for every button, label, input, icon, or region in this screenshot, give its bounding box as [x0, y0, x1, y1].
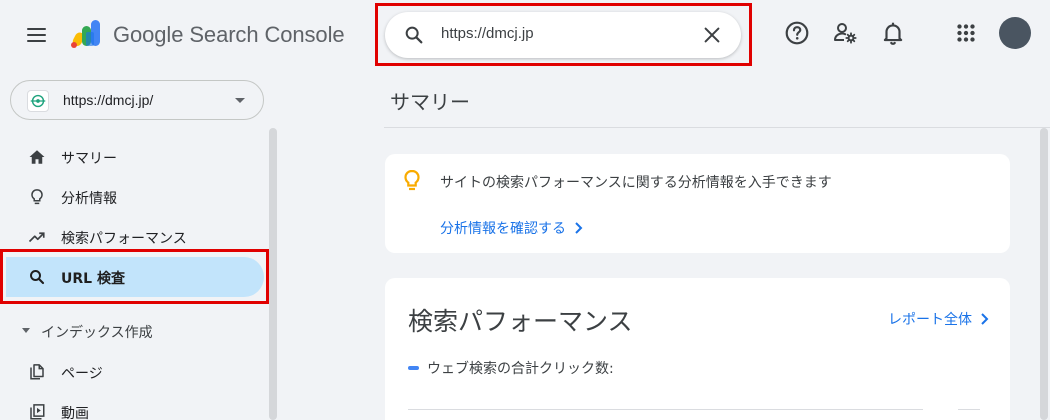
- property-url: https://dmcj.jp/: [63, 92, 154, 108]
- sidebar-item-label: 検索パフォーマンス: [61, 231, 187, 247]
- full-report-link[interactable]: レポート全体: [888, 309, 990, 329]
- search-icon: [30, 270, 45, 285]
- main-scrollbar[interactable]: [1040, 128, 1048, 420]
- chevron-right-icon: [575, 222, 583, 234]
- pages-icon: [30, 364, 44, 380]
- view-insights-link[interactable]: 分析情報を確認する: [440, 218, 584, 238]
- search-input[interactable]: https://dmcj.jp: [441, 25, 534, 42]
- search-console-logo-icon: [71, 20, 100, 48]
- video-icon: [30, 404, 45, 420]
- sidebar-item-video[interactable]: 動画: [0, 392, 264, 420]
- top-app-bar: Google Search Console https://dmcj.jp: [0, 0, 1050, 70]
- search-console-window: Google Search Console https://dmcj.jp ht…: [0, 0, 1050, 420]
- legend-label: ウェブ検索の合計クリック数:: [427, 361, 614, 377]
- sidebar-item-label: URL 検査: [61, 271, 125, 287]
- insights-description: サイトの検索パフォーマンスに関する分析情報を入手できます: [440, 175, 832, 191]
- sidebar-section-label: インデックス作成: [41, 325, 153, 341]
- url-inspect-search-box[interactable]: https://dmcj.jp: [385, 12, 741, 58]
- sidebar-item-insights[interactable]: 分析情報: [0, 177, 264, 217]
- performance-card: 検索パフォーマンス レポート全体 ウェブ検索の合計クリック数:: [385, 278, 1010, 420]
- property-favicon-icon: [27, 90, 49, 112]
- sidebar-item-label: サマリー: [61, 151, 117, 167]
- property-selector[interactable]: https://dmcj.jp/: [10, 80, 264, 120]
- sidebar-item-url-inspection[interactable]: URL 検査: [6, 257, 264, 297]
- menu-icon[interactable]: [24, 22, 50, 48]
- sidebar-item-label: 動画: [61, 406, 89, 420]
- sidebar-item-label: 分析情報: [61, 191, 117, 207]
- close-icon[interactable]: [701, 24, 723, 46]
- page-title: サマリー: [390, 90, 470, 114]
- chevron-down-icon: [235, 98, 245, 103]
- search-icon[interactable]: [403, 24, 425, 46]
- app-name: Google Search Console: [113, 22, 345, 47]
- avatar[interactable]: [999, 17, 1031, 49]
- manage-users-icon[interactable]: [832, 20, 858, 46]
- lightbulb-icon: [404, 169, 420, 191]
- home-icon: [29, 150, 45, 164]
- chart-gridline: [958, 409, 980, 410]
- apps-grid-icon[interactable]: [953, 20, 979, 46]
- performance-title: 検索パフォーマンス: [408, 307, 633, 336]
- caret-down-icon: [22, 328, 30, 333]
- chart-gridline: [408, 409, 923, 410]
- sidebar-scrollbar[interactable]: [269, 128, 277, 420]
- chart-legend: ウェブ検索の合計クリック数:: [408, 358, 614, 378]
- lightbulb-icon: [31, 189, 43, 205]
- chevron-right-icon: [981, 313, 989, 325]
- sidebar-item-label: ページ: [61, 366, 103, 382]
- sidebar-item-pages[interactable]: ページ: [0, 352, 264, 392]
- legend-swatch: [408, 366, 419, 370]
- sidebar-item-performance[interactable]: 検索パフォーマンス: [0, 217, 264, 257]
- sidebar-item-summary[interactable]: サマリー: [0, 137, 264, 177]
- full-report-label: レポート全体: [888, 312, 972, 328]
- help-icon[interactable]: [784, 20, 810, 46]
- view-insights-label: 分析情報を確認する: [440, 221, 566, 237]
- trending-up-icon: [28, 232, 45, 243]
- title-divider: [384, 127, 1050, 128]
- insights-card: サイトの検索パフォーマンスに関する分析情報を入手できます 分析情報を確認する: [385, 154, 1010, 253]
- notifications-icon[interactable]: [880, 20, 906, 46]
